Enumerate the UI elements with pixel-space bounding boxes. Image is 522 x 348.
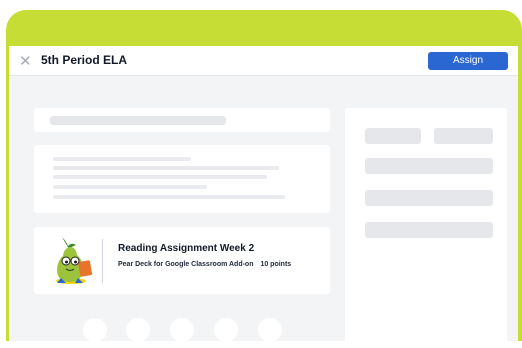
placeholder-line <box>53 166 279 170</box>
placeholder-field <box>365 158 493 174</box>
placeholder-field <box>365 222 493 238</box>
placeholder-avatar <box>170 318 194 342</box>
card-divider <box>102 239 103 283</box>
assignment-source: Pear Deck for Google Classroom Add-on <box>118 261 254 268</box>
assign-button[interactable]: Assign <box>428 52 508 70</box>
placeholder-avatar <box>126 318 150 342</box>
placeholder-field <box>365 190 493 206</box>
dialog-header: ✕ 5th Period ELA Assign <box>9 46 518 76</box>
placeholder-line <box>53 175 267 179</box>
class-title: 5th Period ELA <box>41 53 128 67</box>
settings-sidebar <box>345 108 507 348</box>
placeholder-chip <box>365 128 421 144</box>
assignment-title: Reading Assignment Week 2 <box>118 243 255 254</box>
description-placeholder-card <box>34 145 330 213</box>
title-placeholder-card <box>34 108 330 132</box>
pear-deck-mascot-icon <box>56 237 93 284</box>
placeholder-bar <box>50 116 226 125</box>
assignment-meta: Pear Deck for Google Classroom Add-on 10… <box>118 261 291 268</box>
placeholder-line <box>53 185 207 189</box>
placeholder-avatar <box>83 318 107 342</box>
placeholder-avatar <box>214 318 238 342</box>
assignment-points: 10 points <box>260 261 292 268</box>
placeholder-line <box>53 157 191 161</box>
placeholder-avatar <box>258 318 282 342</box>
placeholder-chip <box>434 128 493 144</box>
placeholder-line <box>53 195 285 199</box>
assignment-card[interactable]: Reading Assignment Week 2 Pear Deck for … <box>34 227 330 294</box>
assignment-dialog: ✕ 5th Period ELA Assign Reading Assignme… <box>9 46 518 348</box>
close-icon[interactable]: ✕ <box>19 52 32 70</box>
